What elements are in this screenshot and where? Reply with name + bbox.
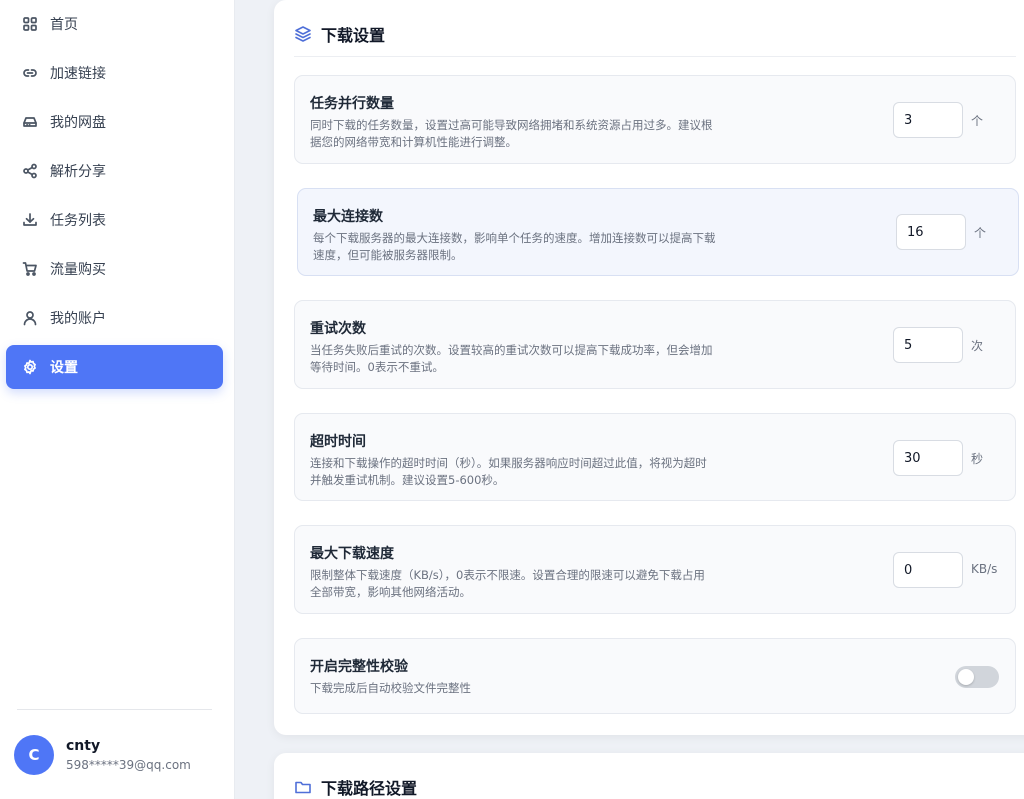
sidebar-item-label: 任务列表 [50,213,106,229]
card-title: 下载设置 [321,26,386,45]
cart-icon [22,261,38,277]
setting-max-connections: 最大连接数 每个下载服务器的最大连接数，影响单个任务的速度。增加连接数可以提高下… [297,188,1019,276]
setting-description: 下载完成后自动校验文件完整性 [310,681,471,695]
sidebar-item-label: 设置 [50,360,78,376]
sidebar-item-label: 首页 [50,17,78,33]
sidebar-item-settings[interactable]: 设置 [6,345,223,389]
timeout-input[interactable] [893,440,963,476]
download-path-settings-card: 下载路径设置 [274,753,1024,799]
setting-description: 限制整体下载速度（KB/s），0表示不限速。设置合理的限速可以避免下载占用全部带… [310,568,705,599]
setting-description: 当任务失败后重试的次数。设置较高的重试次数可以提高下载成功率，但会增加等待时间。… [310,343,713,374]
setting-title: 开启完整性校验 [310,659,408,675]
sidebar-item-traffic-purchase[interactable]: 流量购买 [6,247,223,291]
unit-label: 个 [974,226,987,240]
download-icon [22,212,38,228]
card-title: 下载路径设置 [321,779,418,798]
user-profile[interactable]: C cnty 598*****39@qq.com [14,735,191,775]
sidebar: 首页 加速链接 我的网盘 解析分享 任务列表 流量购买 我的账户 设置 C cn… [0,0,235,799]
divider [294,56,1016,57]
user-name: cnty [66,738,101,754]
sidebar-item-my-drive[interactable]: 我的网盘 [6,100,223,144]
setting-timeout: 超时时间 连接和下载操作的超时时间（秒）。如果服务器响应时间超过此值，将视为超时… [294,413,1016,501]
max-speed-input[interactable] [893,552,963,588]
link-icon [22,65,38,81]
download-settings-card: 下载设置 任务并行数量 同时下载的任务数量，设置过高可能导致网络拥堵和系统资源占… [274,0,1024,735]
setting-title: 最大下载速度 [310,546,394,562]
sidebar-item-task-list[interactable]: 任务列表 [6,198,223,242]
setting-description: 同时下载的任务数量，设置过高可能导致网络拥堵和系统资源占用过多。建议根据您的网络… [310,118,713,149]
toggle-knob [958,669,974,685]
parallel-tasks-input[interactable] [893,102,963,138]
sidebar-item-accelerate-link[interactable]: 加速链接 [6,51,223,95]
setting-description: 连接和下载操作的超时时间（秒）。如果服务器响应时间超过此值，将视为超时并触发重试… [310,456,707,487]
card-header: 下载路径设置 [294,775,417,799]
unit-label: 个 [971,114,984,128]
setting-title: 最大连接数 [313,209,383,225]
folder-icon [294,778,312,796]
setting-max-download-speed: 最大下载速度 限制整体下载速度（KB/s），0表示不限速。设置合理的限速可以避免… [294,525,1016,614]
setting-title: 任务并行数量 [310,96,394,112]
gear-icon [22,359,38,375]
sidebar-item-label: 流量购买 [50,262,106,278]
setting-title: 重试次数 [310,321,366,337]
setting-description: 每个下载服务器的最大连接数，影响单个任务的速度。增加连接数可以提高下载速度，但可… [313,231,716,262]
max-connections-input[interactable] [896,214,966,250]
unit-label: KB/s [971,562,998,576]
user-email: 598*****39@qq.com [66,758,191,772]
sidebar-item-label: 我的网盘 [50,115,106,131]
sidebar-item-label: 我的账户 [50,311,106,327]
user-icon [22,310,38,326]
sidebar-item-my-account[interactable]: 我的账户 [6,296,223,340]
sidebar-item-home[interactable]: 首页 [6,2,223,46]
setting-parallel-tasks: 任务并行数量 同时下载的任务数量，设置过高可能导致网络拥堵和系统资源占用过多。建… [294,75,1016,164]
drive-icon [22,114,38,130]
unit-label: 秒 [971,452,984,466]
layers-icon [294,25,312,43]
sidebar-item-parse-share[interactable]: 解析分享 [6,149,223,193]
setting-retry-count: 重试次数 当任务失败后重试的次数。设置较高的重试次数可以提高下载成功率，但会增加… [294,300,1016,389]
setting-integrity-check: 开启完整性校验 下载完成后自动校验文件完整性 [294,638,1016,714]
sidebar-item-label: 解析分享 [50,164,106,180]
avatar: C [14,735,54,775]
sidebar-item-label: 加速链接 [50,66,106,82]
card-header: 下载设置 [294,22,385,46]
grid-icon [22,16,38,32]
sidebar-divider [17,709,212,710]
retry-count-input[interactable] [893,327,963,363]
setting-title: 超时时间 [310,434,366,450]
integrity-check-toggle[interactable] [955,666,999,688]
unit-label: 次 [971,339,984,353]
share-icon [22,163,38,179]
